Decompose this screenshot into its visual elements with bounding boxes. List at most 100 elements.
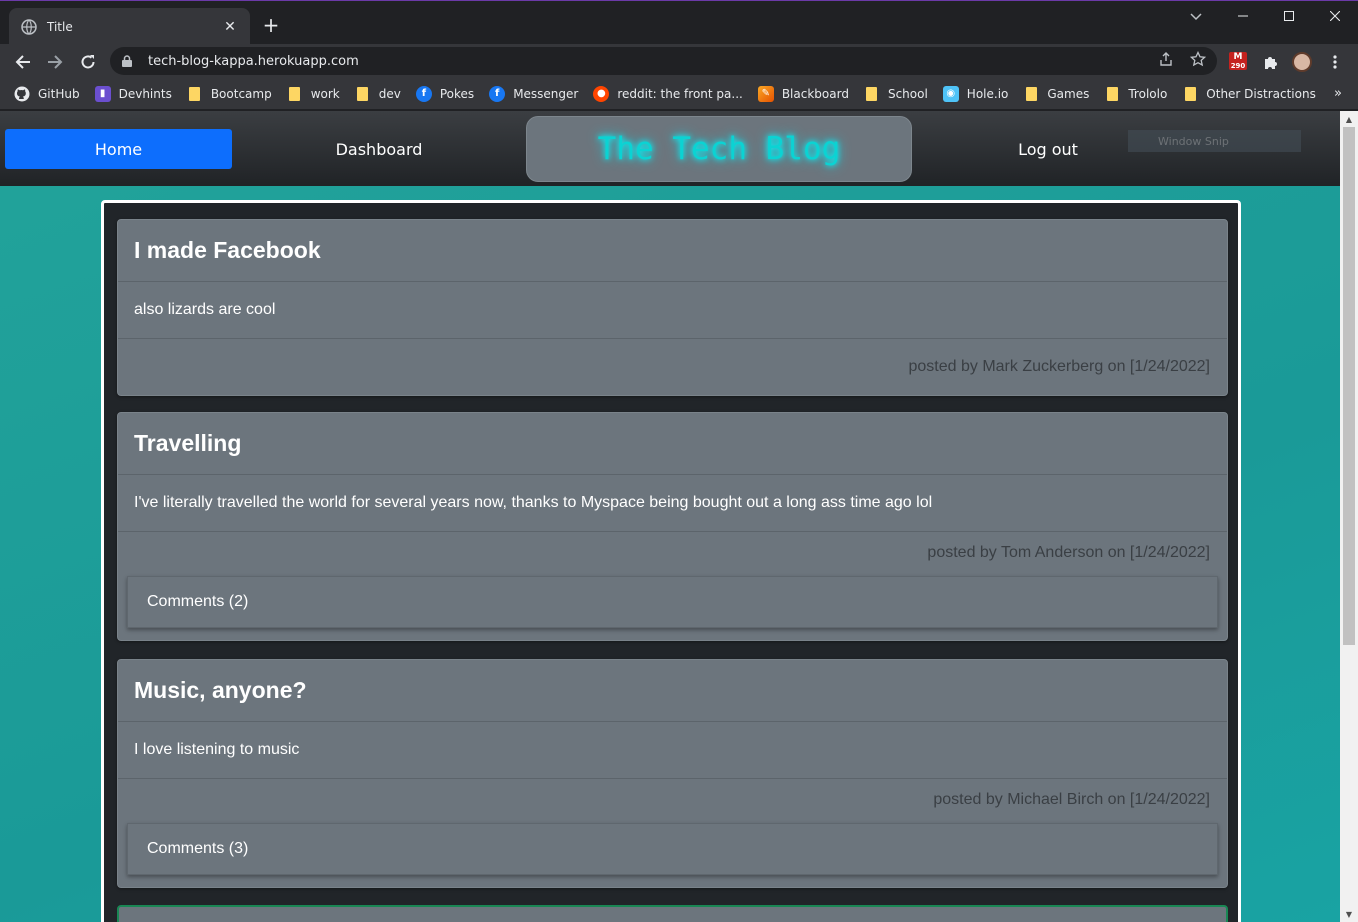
- post-author-date: posted by Michael Birch on [1/24/2022]: [933, 791, 1210, 808]
- browser-tab[interactable]: Title ✕: [9, 8, 250, 45]
- devhints-icon: ▮: [94, 85, 111, 102]
- post-card-partial[interactable]: [117, 905, 1228, 922]
- bookmark-label: GitHub: [38, 86, 80, 101]
- post-body: also lizards are cool: [118, 282, 1227, 339]
- comments-toggle[interactable]: Comments (2): [127, 576, 1218, 628]
- page-viewport: Home Dashboard The Tech Blog Log out Win…: [0, 111, 1340, 922]
- bookmark-label: reddit: the front pa...: [617, 86, 743, 101]
- bookmark-label: Trololo: [1128, 86, 1168, 101]
- lock-icon[interactable]: [122, 52, 134, 71]
- folder-icon: [1182, 86, 1198, 102]
- chrome-menu-icon[interactable]: [1325, 52, 1345, 72]
- post-title[interactable]: I made Facebook: [118, 220, 1227, 282]
- folder-icon: [355, 86, 371, 102]
- bookmark-games[interactable]: Games: [1023, 82, 1089, 106]
- posts-container: I made Facebook also lizards are cool po…: [101, 200, 1241, 922]
- facebook-icon: f: [489, 85, 506, 102]
- extensions-puzzle-icon[interactable]: [1261, 52, 1281, 72]
- nav-dashboard-link[interactable]: Dashboard: [279, 129, 479, 169]
- folder-icon: [1023, 86, 1039, 102]
- post-body: I love listening to music: [118, 722, 1227, 779]
- globe-icon: [21, 18, 37, 35]
- forward-arrow-icon[interactable]: [44, 51, 66, 73]
- post-card[interactable]: I made Facebook also lizards are cool po…: [117, 219, 1228, 396]
- post-title[interactable]: Music, anyone?: [118, 660, 1227, 722]
- post-footer: posted by Tom Anderson on [1/24/2022]: [118, 532, 1227, 574]
- gmail-extension-icon[interactable]: M 290: [1229, 52, 1247, 70]
- window-snip-overlay: Window Snip: [1128, 130, 1301, 152]
- blackboard-icon: ✎: [757, 85, 774, 102]
- bookmark-label: dev: [378, 86, 401, 101]
- browser-toolbar: tech-blog-kappa.herokuapp.com M 290: [0, 44, 1358, 78]
- bookmark-github[interactable]: GitHub: [14, 82, 80, 106]
- maximize-icon[interactable]: [1266, 1, 1312, 31]
- comments-toggle[interactable]: Comments (3): [127, 823, 1218, 875]
- snip-label: Window Snip: [1158, 134, 1229, 148]
- close-window-icon[interactable]: [1312, 1, 1358, 31]
- scrollbar-thumb[interactable]: [1343, 127, 1355, 645]
- post-author-date: posted by Mark Zuckerberg on [1/24/2022]: [908, 358, 1210, 375]
- nav-home-link[interactable]: Home: [5, 129, 232, 169]
- folder-icon: [187, 86, 203, 102]
- bookmark-trololo[interactable]: Trololo: [1104, 82, 1167, 106]
- bookmarks-bar: GitHub ▮ Devhints Bootcamp work dev f Po…: [0, 78, 1358, 110]
- share-icon[interactable]: [1157, 50, 1175, 68]
- reddit-icon: ●: [593, 85, 610, 102]
- bookmark-holeio[interactable]: ◉ Hole.io: [942, 82, 1009, 106]
- bookmark-label: work: [310, 86, 340, 101]
- post-author-date: posted by Tom Anderson on [1/24/2022]: [927, 544, 1210, 561]
- page-scrollbar[interactable]: ▲ ▼: [1340, 111, 1358, 922]
- post-body: I've literally travelled the world for s…: [118, 475, 1227, 532]
- post-card[interactable]: Travelling I've literally travelled the …: [117, 412, 1228, 641]
- post-title[interactable]: Travelling: [118, 413, 1227, 475]
- bookmark-dev[interactable]: dev: [355, 82, 401, 106]
- site-navbar: Home Dashboard The Tech Blog Log out Win…: [0, 111, 1340, 186]
- scroll-down-icon[interactable]: ▼: [1340, 906, 1358, 922]
- bookmark-work[interactable]: work: [287, 82, 340, 106]
- bookmark-label: Hole.io: [966, 86, 1009, 101]
- facebook-icon: f: [415, 85, 432, 102]
- github-icon: [14, 86, 30, 102]
- folder-icon: [287, 86, 303, 102]
- bookmarks-overflow-icon[interactable]: »: [1334, 86, 1342, 101]
- nav-logout-link[interactable]: Log out: [948, 129, 1148, 169]
- minimize-icon[interactable]: [1220, 1, 1266, 31]
- bookmark-reddit[interactable]: ● reddit: the front pa...: [593, 82, 743, 106]
- post-footer: posted by Mark Zuckerberg on [1/24/2022]: [118, 339, 1227, 395]
- folder-icon: [1104, 86, 1120, 102]
- bookmark-label: Blackboard: [781, 86, 849, 101]
- bookmark-blackboard[interactable]: ✎ Blackboard: [757, 82, 849, 106]
- bookmark-label: Pokes: [439, 86, 475, 101]
- scroll-up-icon[interactable]: ▲: [1340, 111, 1358, 127]
- site-title: The Tech Blog: [597, 131, 841, 167]
- new-tab-icon[interactable]: +: [260, 15, 282, 35]
- back-arrow-icon[interactable]: [12, 51, 34, 73]
- bookmark-label: Games: [1047, 86, 1090, 101]
- tab-search-icon[interactable]: [1185, 7, 1207, 27]
- folder-icon: [864, 86, 880, 102]
- bookmark-bootcamp[interactable]: Bootcamp: [187, 82, 272, 106]
- bookmark-devhints[interactable]: ▮ Devhints: [94, 82, 172, 106]
- bookmark-star-icon[interactable]: [1189, 50, 1207, 68]
- bookmark-messenger[interactable]: f Messenger: [489, 82, 578, 106]
- tab-title: Title: [47, 19, 73, 34]
- bookmark-label: Messenger: [513, 86, 579, 101]
- holeio-icon: ◉: [942, 85, 959, 102]
- reload-icon[interactable]: [77, 51, 99, 73]
- gmail-count: 290: [1230, 61, 1246, 70]
- url-text: tech-blog-kappa.herokuapp.com: [148, 53, 359, 69]
- post-footer: posted by Michael Birch on [1/24/2022]: [118, 779, 1227, 821]
- address-bar[interactable]: tech-blog-kappa.herokuapp.com: [110, 47, 1217, 75]
- tab-close-icon[interactable]: ✕: [222, 19, 238, 35]
- bookmark-label: Other Distractions: [1206, 86, 1316, 101]
- profile-avatar-icon[interactable]: [1292, 52, 1312, 72]
- bookmark-label: Bootcamp: [210, 86, 272, 101]
- bookmark-pokes[interactable]: f Pokes: [415, 82, 475, 106]
- post-card[interactable]: Music, anyone? I love listening to music…: [117, 659, 1228, 888]
- bookmark-label: Devhints: [118, 86, 172, 101]
- browser-titlebar: Title ✕ +: [0, 0, 1358, 45]
- bookmark-label: School: [887, 86, 928, 101]
- bookmark-school[interactable]: School: [864, 82, 928, 106]
- site-brand: The Tech Blog: [526, 116, 912, 182]
- bookmark-other-distractions[interactable]: Other Distractions: [1182, 82, 1316, 106]
